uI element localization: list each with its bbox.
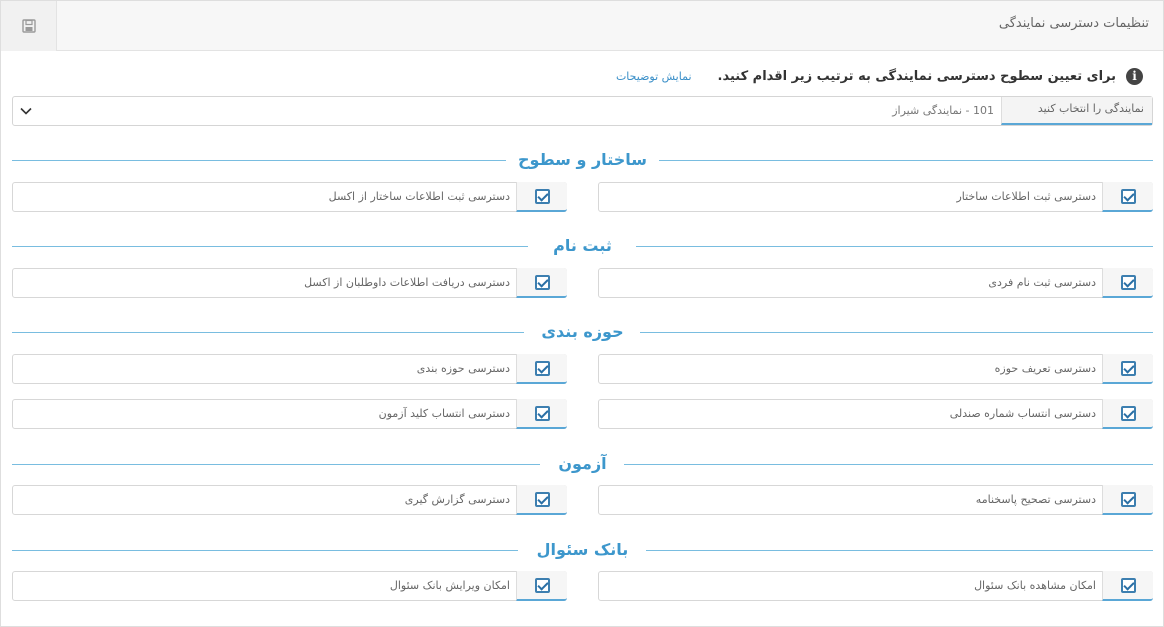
chevron-down-icon[interactable] <box>19 104 33 118</box>
checkbox-reporting[interactable] <box>516 485 567 515</box>
perm-zoning: دسترسی حوزه بندی <box>12 354 567 384</box>
section-question-bank-title: بانک سئوال <box>12 539 1153 563</box>
check-icon <box>1120 405 1136 421</box>
checkbox-structure-excel[interactable] <box>516 182 567 212</box>
perm-reporting: دسترسی گزارش گیری <box>12 485 567 515</box>
agency-select-label: نمایندگی را انتخاب کنید <box>1001 97 1152 125</box>
check-icon <box>534 405 550 421</box>
checkbox-individual-registration[interactable] <box>1102 268 1153 298</box>
perm-exam-key: دسترسی انتساب کلید آزمون <box>12 399 567 429</box>
checkbox-candidates-excel[interactable] <box>516 268 567 298</box>
perm-individual-registration: دسترسی ثبت نام فردی <box>598 268 1153 298</box>
checkbox-structure-info[interactable] <box>1102 182 1153 212</box>
perm-seat-number: دسترسی انتساب شماره صندلی <box>598 399 1153 429</box>
checkbox-answer-sheet-correction[interactable] <box>1102 485 1153 515</box>
perm-candidates-excel: دسترسی دریافت اطلاعات داوطلبان از اکسل <box>12 268 567 298</box>
section-registration-title: ثبت نام <box>12 235 1153 259</box>
info-icon: i <box>1126 67 1143 85</box>
perm-view-question-bank: امکان مشاهده بانک سئوال <box>598 571 1153 601</box>
perm-define-zone: دسترسی تعریف حوزه <box>598 354 1153 384</box>
check-icon <box>534 360 550 376</box>
show-description-link[interactable]: نمایش توضیحات <box>616 70 692 83</box>
section-structure-title: ساختار و سطوح <box>12 149 1153 173</box>
check-icon <box>534 491 550 507</box>
section-zoning-title: حوزه بندی <box>12 321 1153 345</box>
info-text: برای تعیین سطوح دسترسی نمایندگی به ترتیب… <box>717 68 1116 84</box>
check-icon <box>1120 491 1136 507</box>
check-icon <box>1120 188 1136 204</box>
section-exam-title: آزمون <box>12 453 1153 477</box>
check-icon <box>1120 274 1136 290</box>
info-row: i برای تعیین سطوح دسترسی نمایندگی به ترت… <box>616 65 1143 87</box>
perm-edit-question-bank: امکان ویرایش بانک سئوال <box>12 571 567 601</box>
checkbox-zoning[interactable] <box>516 354 567 384</box>
check-icon <box>534 274 550 290</box>
check-icon <box>1120 577 1136 593</box>
checkbox-define-zone[interactable] <box>1102 354 1153 384</box>
check-icon <box>534 577 550 593</box>
checkbox-edit-question-bank[interactable] <box>516 571 567 601</box>
page-title: تنظیمات دسترسی نمایندگی <box>998 16 1149 31</box>
checkbox-seat-number[interactable] <box>1102 399 1153 429</box>
agency-select-value: 101 - نمایندگی شیراز <box>892 104 994 117</box>
save-button[interactable] <box>1 1 57 51</box>
floppy-disk-icon <box>21 19 36 33</box>
checkbox-view-question-bank[interactable] <box>1102 571 1153 601</box>
checkbox-exam-key[interactable] <box>516 399 567 429</box>
settings-panel: تنظیمات دسترسی نمایندگی i برای تعیین سطو… <box>0 0 1164 627</box>
check-icon <box>534 188 550 204</box>
perm-answer-sheet-correction: دسترسی تصحیح پاسخنامه <box>598 485 1153 515</box>
perm-structure-excel: دسترسی ثبت اطلاعات ساختار از اکسل <box>12 182 567 212</box>
panel-header: تنظیمات دسترسی نمایندگی <box>1 1 1163 51</box>
check-icon <box>1120 360 1136 376</box>
perm-structure-info: دسترسی ثبت اطلاعات ساختار <box>598 182 1153 212</box>
agency-select[interactable]: نمایندگی را انتخاب کنید 101 - نمایندگی ش… <box>12 96 1153 126</box>
